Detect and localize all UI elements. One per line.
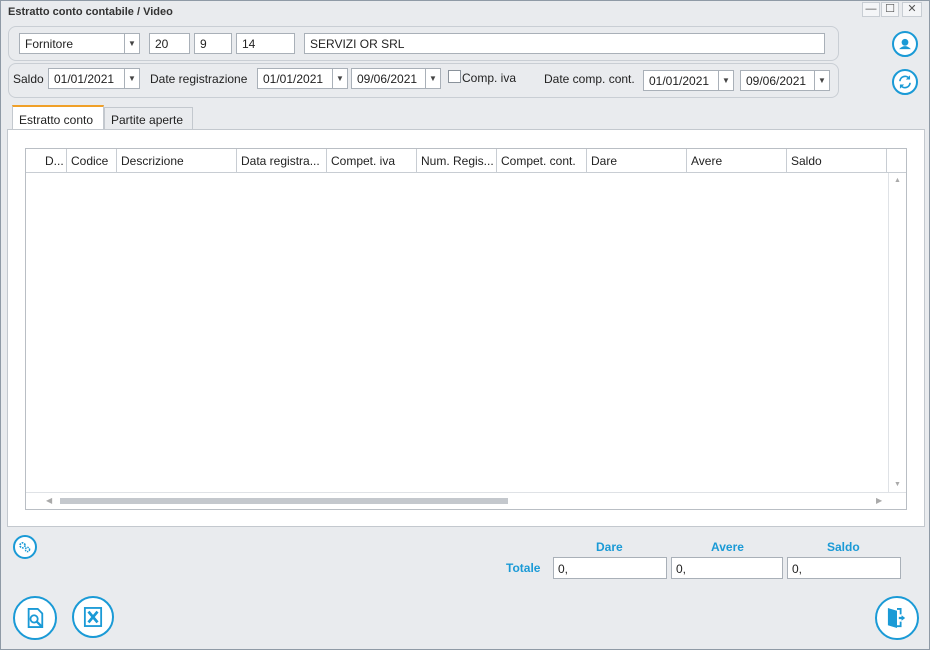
scroll-down-icon[interactable]: ▼ (894, 481, 901, 488)
reg-date-label: Date registrazione (150, 72, 248, 86)
column-header[interactable]: Descrizione (117, 149, 237, 172)
comp-iva-checkbox[interactable] (448, 70, 461, 83)
exit-icon (887, 608, 906, 628)
comp-from-value: 01/01/2021 (649, 74, 710, 88)
scroll-right-icon[interactable]: ▶ (876, 496, 882, 505)
select-account-button[interactable] (892, 31, 918, 57)
reg-from-value: 01/01/2021 (263, 72, 324, 86)
column-header[interactable]: Avere (687, 149, 787, 172)
saldo-date-picker[interactable]: 01/01/2021 ▼ (48, 68, 140, 89)
tab-estratto-conto[interactable]: Estratto conto (12, 105, 104, 131)
saldo-date-value: 01/01/2021 (54, 72, 115, 86)
tab-content: D... Codice Descrizione Data registra...… (7, 129, 925, 527)
chevron-down-icon[interactable]: ▼ (425, 69, 440, 88)
totals-dare-field: 0, (553, 557, 667, 579)
main-window: Estratto conto contabile / Video — ☐ ✕ F… (0, 0, 930, 650)
window-title: Estratto conto contabile / Video (8, 6, 173, 18)
account-type-value: Fornitore (25, 37, 74, 51)
column-header[interactable]: Saldo (787, 149, 887, 172)
chevron-down-icon[interactable]: ▼ (332, 69, 347, 88)
comp-to-value: 09/06/2021 (746, 74, 807, 88)
export-excel-button[interactable] (72, 596, 114, 638)
preview-button[interactable] (13, 596, 57, 640)
exit-button[interactable] (875, 596, 919, 640)
totals-saldo-header: Saldo (827, 540, 860, 554)
totals-dare-header: Dare (596, 540, 623, 554)
account-type-dropdown[interactable]: Fornitore ▼ (19, 33, 140, 54)
user-icon (899, 38, 911, 50)
totals-avere-field: 0, (671, 557, 783, 579)
vertical-scrollbar[interactable]: ▲ ▼ (888, 173, 906, 492)
saldo-label: Saldo (13, 72, 44, 86)
comp-iva-label: Comp. iva (462, 71, 517, 85)
settings-button[interactable] (13, 535, 37, 559)
totals-label: Totale (506, 561, 541, 575)
preview-icon (27, 608, 44, 628)
minimize-button[interactable]: — (862, 2, 880, 17)
chevron-down-icon[interactable]: ▼ (814, 71, 829, 90)
horizontal-scrollbar[interactable]: ◀ ▶ (26, 492, 906, 509)
scroll-up-icon[interactable]: ▲ (894, 177, 901, 184)
totals-avere-header: Avere (711, 540, 744, 554)
column-header[interactable]: Compet. cont. (497, 149, 587, 172)
column-header[interactable]: Compet. iva (327, 149, 417, 172)
tab-partite-aperte[interactable]: Partite aperte (104, 107, 193, 130)
scroll-thumb[interactable] (60, 498, 508, 504)
column-header[interactable]: Data registra... (237, 149, 327, 172)
code3-field[interactable]: 14 (236, 33, 295, 54)
reg-from-date-picker[interactable]: 01/01/2021 ▼ (257, 68, 348, 89)
column-header[interactable]: Num. Regis... (417, 149, 497, 172)
close-button[interactable]: ✕ (902, 2, 922, 17)
refresh-icon (899, 75, 911, 89)
reg-to-value: 09/06/2021 (357, 72, 418, 86)
code2-field[interactable]: 9 (194, 33, 232, 54)
code1-field[interactable]: 20 (149, 33, 190, 54)
gears-icon (19, 542, 31, 553)
title-bar: Estratto conto contabile / Video — ☐ ✕ (1, 1, 929, 23)
account-name-field[interactable]: SERVIZI OR SRL (304, 33, 825, 54)
column-header[interactable]: Dare (587, 149, 687, 172)
grid-header: D... Codice Descrizione Data registra...… (26, 149, 906, 173)
column-header[interactable]: D... (41, 149, 67, 172)
chevron-down-icon[interactable]: ▼ (124, 34, 139, 53)
chevron-down-icon[interactable]: ▼ (124, 69, 139, 88)
chevron-down-icon[interactable]: ▼ (718, 71, 733, 90)
maximize-button[interactable]: ☐ (881, 2, 899, 17)
column-header[interactable]: Codice (67, 149, 117, 172)
comp-from-date-picker[interactable]: 01/01/2021 ▼ (643, 70, 734, 91)
comp-cont-label: Date comp. cont. (544, 72, 635, 86)
comp-to-date-picker[interactable]: 09/06/2021 ▼ (740, 70, 830, 91)
scroll-left-icon[interactable]: ◀ (46, 496, 52, 505)
excel-icon (83, 607, 103, 627)
reg-to-date-picker[interactable]: 09/06/2021 ▼ (351, 68, 441, 89)
refresh-button[interactable] (892, 69, 918, 95)
statement-grid: D... Codice Descrizione Data registra...… (25, 148, 907, 510)
totals-saldo-field: 0, (787, 557, 901, 579)
